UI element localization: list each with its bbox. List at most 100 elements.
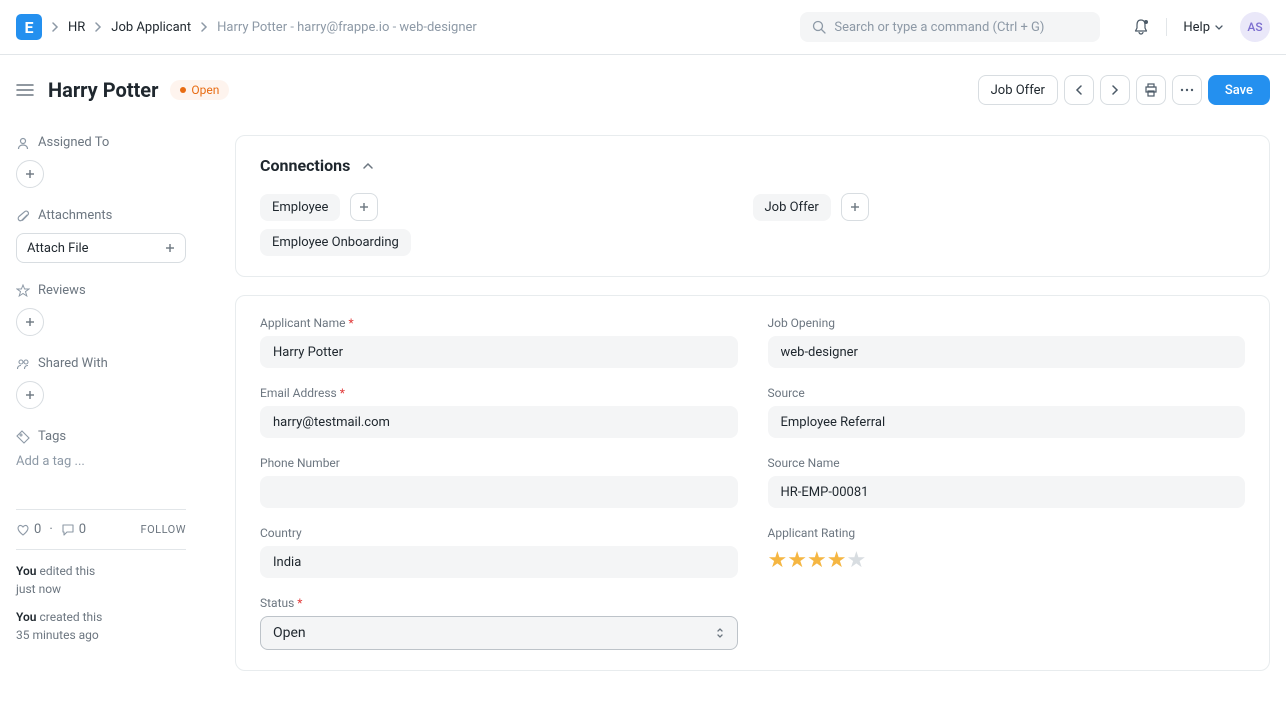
connections-heading[interactable]: Connections	[260, 156, 1245, 175]
heart-icon	[16, 523, 30, 537]
add-share-button[interactable]	[16, 381, 44, 409]
add-assignee-button[interactable]	[16, 160, 44, 188]
more-menu-button[interactable]	[1172, 75, 1202, 105]
users-icon	[16, 357, 30, 371]
plus-icon	[25, 317, 35, 327]
attach-file-button[interactable]: Attach File	[16, 233, 186, 263]
next-button[interactable]	[1100, 75, 1130, 105]
input-source-name[interactable]	[768, 476, 1246, 508]
comments-count[interactable]: 0	[61, 522, 86, 537]
star-icon[interactable]: ★	[787, 548, 807, 573]
activity-text: edited this	[39, 564, 95, 578]
comments-value: 0	[79, 522, 86, 537]
connections-title: Connections	[260, 156, 350, 175]
save-button[interactable]: Save	[1208, 75, 1270, 105]
tags-heading: Tags	[16, 429, 211, 444]
global-search[interactable]: Search or type a command (Ctrl + G)	[800, 12, 1100, 42]
field-country: Country	[260, 526, 738, 578]
reviews-label: Reviews	[38, 283, 86, 298]
breadcrumb: HR Job Applicant Harry Potter - harry@fr…	[50, 20, 477, 35]
form-card: Applicant Name * Job Opening Email Addre…	[235, 295, 1270, 671]
chevron-right-icon	[199, 22, 209, 32]
label-applicant-name: Applicant Name *	[260, 316, 738, 330]
field-applicant-name: Applicant Name *	[260, 316, 738, 368]
connections-card: Connections Employee Job Offer E	[235, 135, 1270, 277]
likes-count[interactable]: 0	[16, 522, 41, 537]
shared-with-label: Shared With	[38, 356, 108, 371]
label-source: Source	[768, 386, 1246, 400]
add-tag-input[interactable]: Add a tag ...	[16, 454, 211, 469]
chevron-down-icon	[1214, 22, 1224, 32]
select-icon	[715, 626, 725, 640]
divider	[1166, 18, 1167, 36]
follow-button[interactable]: FOLLOW	[141, 523, 186, 536]
plus-icon	[165, 243, 175, 253]
add-employee-button[interactable]	[350, 193, 378, 221]
status-badge[interactable]: Open	[170, 80, 229, 100]
input-email[interactable]	[260, 406, 738, 438]
star-icon[interactable]: ★	[768, 548, 788, 573]
select-status[interactable]: Open	[260, 616, 738, 650]
page-header: Harry Potter Open Job Offer Save	[0, 55, 1286, 115]
navbar: E HR Job Applicant Harry Potter - harry@…	[0, 0, 1286, 55]
rating-stars[interactable]: ★★★★★	[768, 546, 1246, 573]
plus-icon	[25, 169, 35, 179]
form-sidebar: Assigned To Attachments Attach File Revi…	[16, 115, 211, 689]
help-menu[interactable]: Help	[1183, 20, 1224, 35]
input-country[interactable]	[260, 546, 738, 578]
app-logo[interactable]: E	[16, 14, 42, 40]
breadcrumb-doctype[interactable]: Job Applicant	[111, 20, 191, 35]
label-source-name: Source Name	[768, 456, 1246, 470]
breadcrumb-hr[interactable]: HR	[68, 20, 85, 35]
shared-with-heading: Shared With	[16, 356, 211, 371]
label-job-opening: Job Opening	[768, 316, 1246, 330]
field-status: Status * Open	[260, 596, 738, 650]
job-offer-button[interactable]: Job Offer	[978, 75, 1058, 105]
status-text: Open	[191, 83, 219, 97]
connection-chip[interactable]: Job Offer	[753, 194, 831, 221]
sidebar-toggle-icon[interactable]	[16, 83, 34, 97]
add-job-offer-button[interactable]	[841, 193, 869, 221]
user-avatar[interactable]: AS	[1240, 12, 1270, 42]
search-placeholder: Search or type a command (Ctrl + G)	[834, 20, 1044, 35]
paperclip-icon	[16, 209, 30, 223]
input-source[interactable]	[768, 406, 1246, 438]
input-applicant-name[interactable]	[260, 336, 738, 368]
connection-chip[interactable]: Employee	[260, 194, 340, 221]
chevron-left-icon	[1074, 85, 1084, 95]
status-dot	[180, 87, 186, 93]
plus-icon	[359, 202, 369, 212]
activity-entry: You edited this just now	[16, 562, 186, 598]
prev-button[interactable]	[1064, 75, 1094, 105]
label-country: Country	[260, 526, 738, 540]
connection-chip[interactable]: Employee Onboarding	[260, 229, 411, 256]
plus-icon	[850, 202, 860, 212]
printer-icon	[1144, 83, 1158, 97]
attachments-label: Attachments	[38, 208, 112, 223]
activity-who: You	[16, 564, 36, 578]
reviews-heading: Reviews	[16, 283, 211, 298]
star-icon[interactable]: ★	[807, 548, 827, 573]
user-icon	[16, 136, 30, 150]
star-icon[interactable]: ★	[827, 548, 847, 573]
input-job-opening[interactable]	[768, 336, 1246, 368]
comment-icon	[61, 523, 75, 537]
field-source: Source	[768, 386, 1246, 438]
notifications-icon[interactable]	[1132, 18, 1150, 36]
label-phone: Phone Number	[260, 456, 738, 470]
form-main: Connections Employee Job Offer E	[235, 115, 1270, 689]
connection-employee-onboarding: Employee Onboarding	[260, 229, 753, 256]
status-value: Open	[273, 625, 306, 641]
tag-icon	[16, 430, 30, 444]
activity-entry: You created this 35 minutes ago	[16, 608, 186, 644]
input-phone[interactable]	[260, 476, 738, 508]
star-icon	[16, 284, 30, 298]
assigned-to-heading: Assigned To	[16, 135, 211, 150]
print-button[interactable]	[1136, 75, 1166, 105]
field-phone: Phone Number	[260, 456, 738, 508]
connection-job-offer: Job Offer	[753, 193, 1246, 221]
likes-value: 0	[34, 522, 41, 537]
assigned-to-label: Assigned To	[38, 135, 109, 150]
star-icon[interactable]: ★	[846, 548, 866, 573]
add-review-button[interactable]	[16, 308, 44, 336]
